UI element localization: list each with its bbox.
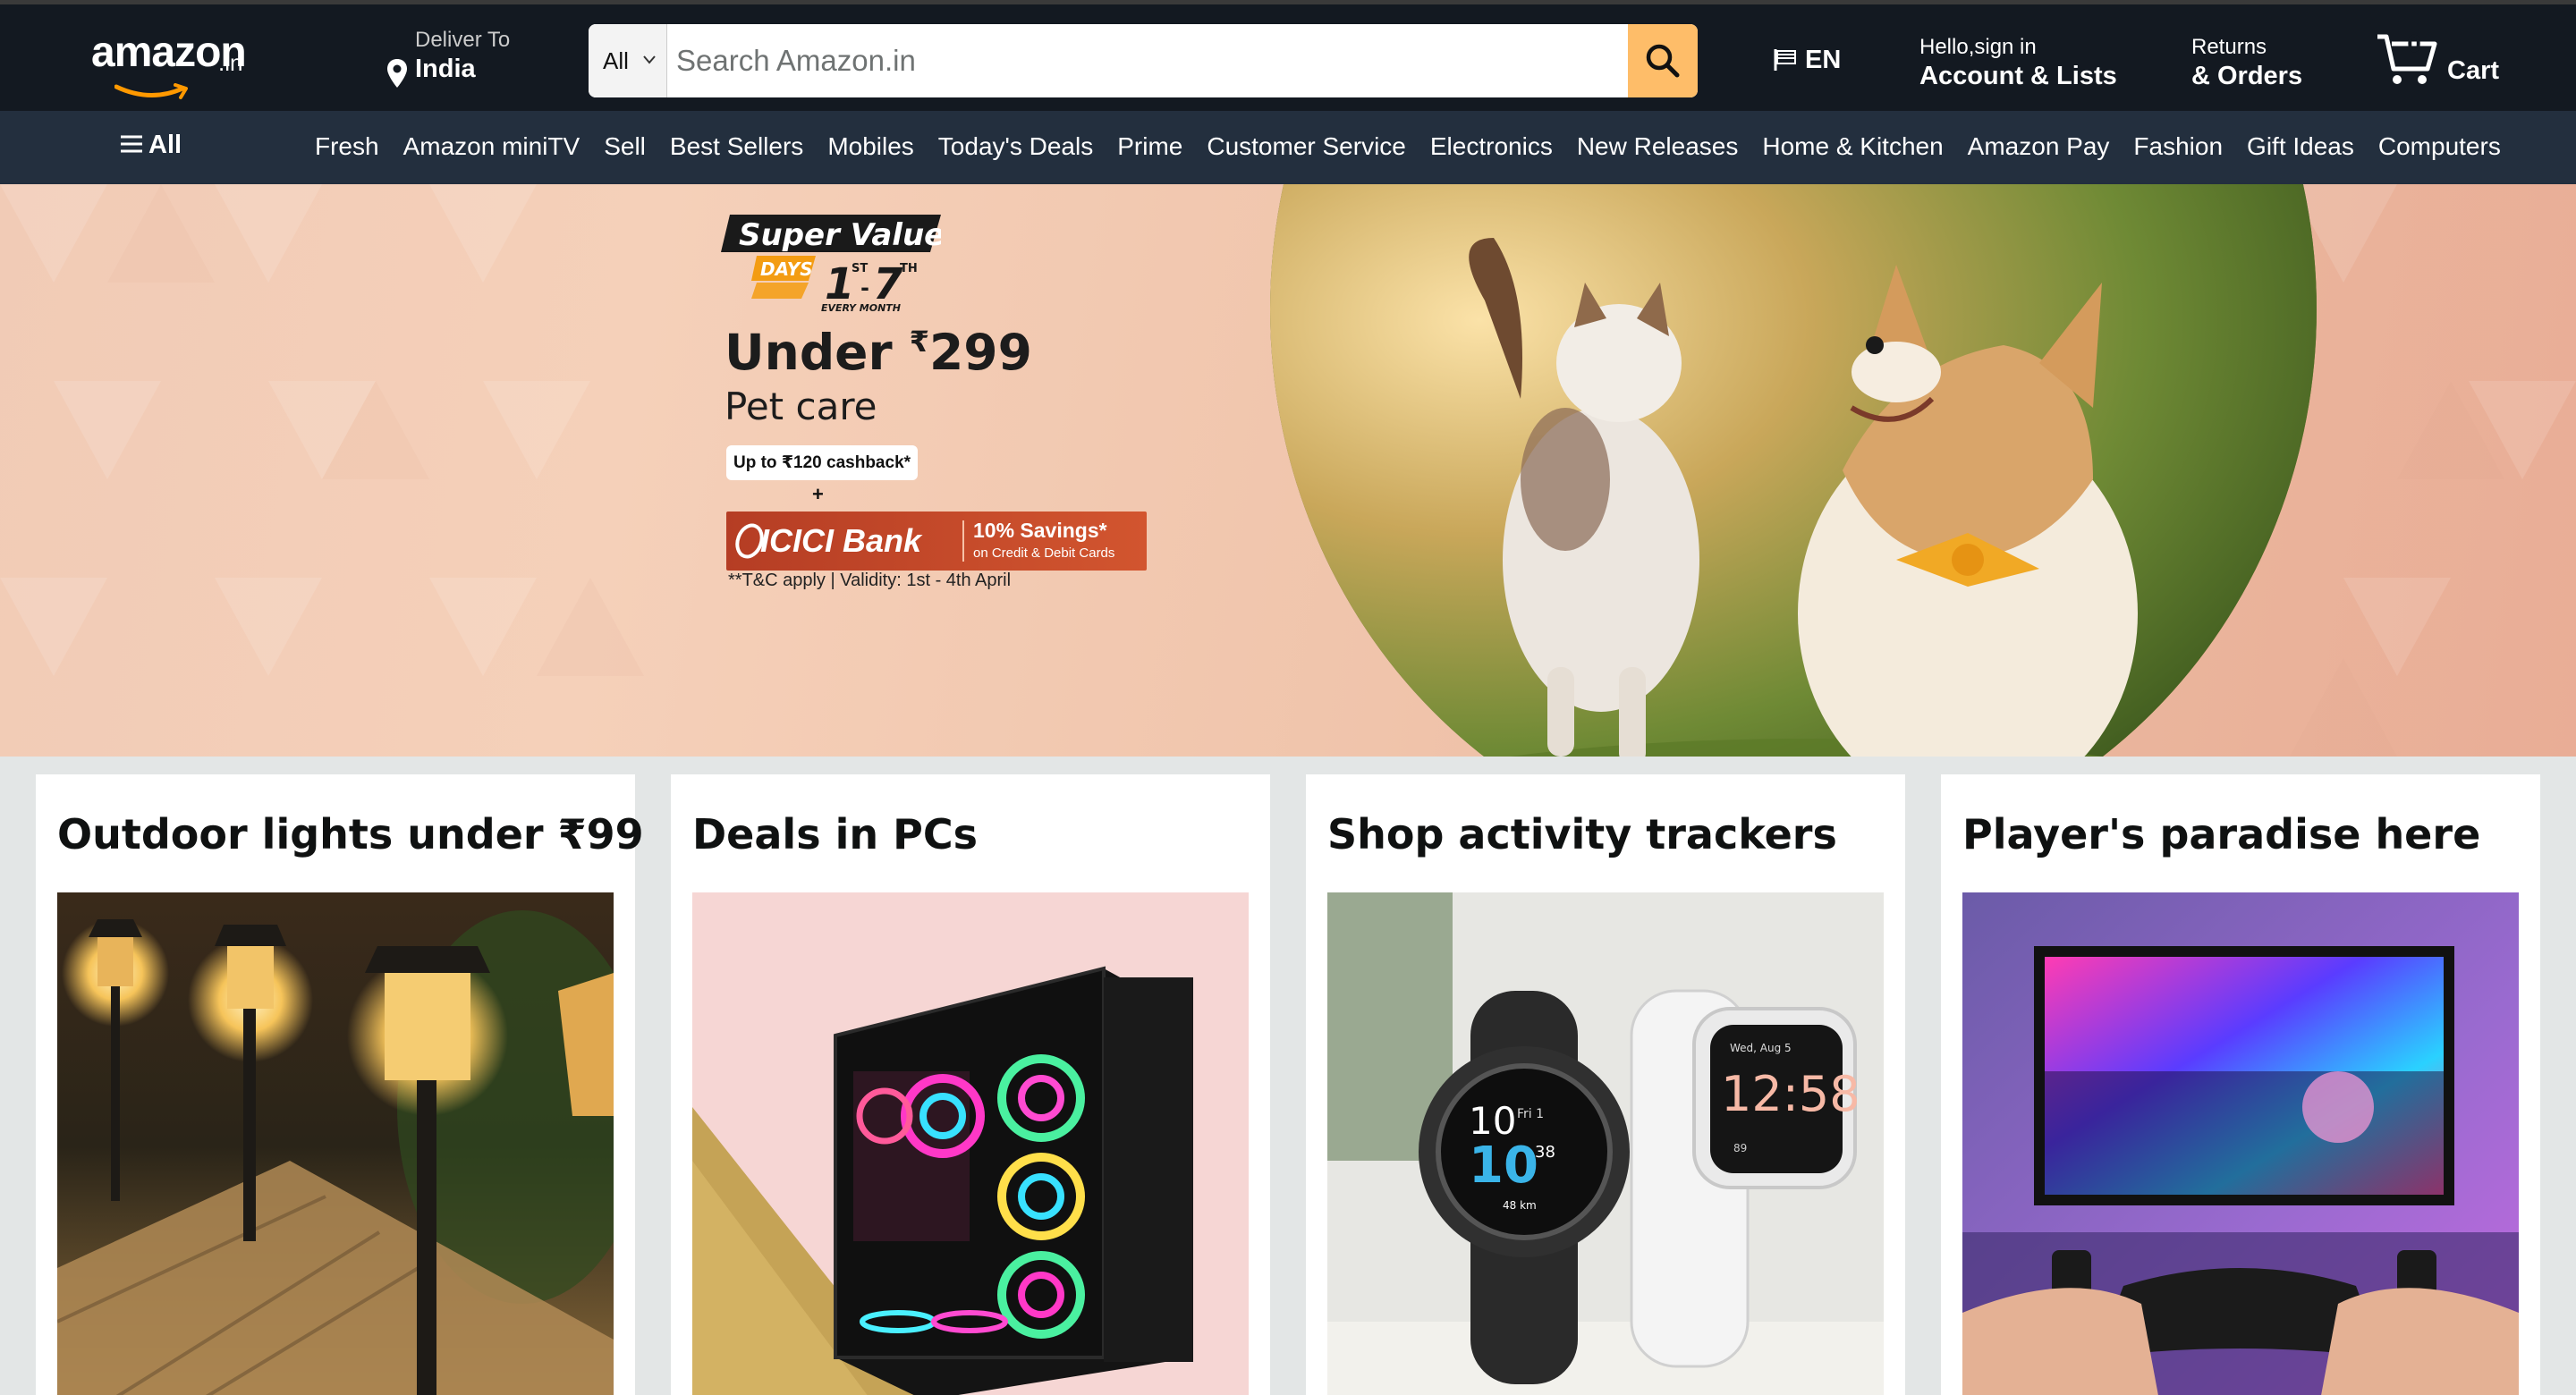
badge-end-sup: TH — [900, 262, 918, 275]
hero-title-prefix: Under — [724, 324, 910, 381]
gaming-setup-image[interactable] — [1962, 892, 2519, 1395]
light-watch-time: 12:58 — [1721, 1066, 1860, 1122]
light-watch-stat: 89 — [1733, 1142, 1747, 1154]
account-label: Account & Lists — [1919, 62, 2117, 90]
card-players-paradise[interactable]: Player's paradise here — [1941, 774, 2540, 1395]
secondary-nav-bar: All Fresh Amazon miniTV Sell Best Seller… — [0, 111, 2576, 184]
subnav-item-mobiles[interactable]: Mobiles — [827, 132, 913, 161]
orders-label: & Orders — [2191, 62, 2303, 90]
hero-terms: **T&C apply | Validity: 1st - 4th April — [728, 571, 1012, 590]
account-lists-menu[interactable]: Hello,sign in Account & Lists — [1919, 35, 2117, 91]
dark-watch-day: Fri 1 — [1517, 1107, 1544, 1121]
cart-count-badge: 0 — [2407, 30, 2421, 57]
badge-days: DAYS — [760, 258, 813, 280]
garden-lamps-illustration — [57, 892, 614, 1395]
bank-offer: 10% Savings* — [973, 519, 1107, 542]
gaming-tv-illustration — [1962, 892, 2519, 1395]
outdoor-lights-image[interactable] — [57, 892, 614, 1395]
subnav-item-minitv[interactable]: Amazon miniTV — [403, 132, 580, 161]
logo-smile-icon — [114, 83, 188, 99]
search-button[interactable] — [1628, 24, 1698, 97]
account-greeting: Hello,sign in — [1919, 35, 2037, 59]
hero-title-price: 299 — [929, 324, 1032, 381]
deliver-to-label: Deliver To — [415, 28, 511, 52]
location-pin-icon — [387, 59, 407, 88]
returns-label: Returns — [2191, 35, 2267, 59]
super-value-days-badge: Super Value DAYS 1 ST - 7 TH EVERY MONTH — [721, 215, 941, 313]
subnav-item-new-releases[interactable]: New Releases — [1577, 132, 1739, 161]
bank-offer-sub: on Credit & Debit Cards — [973, 545, 1115, 561]
subnav-item-best-sellers[interactable]: Best Sellers — [670, 132, 803, 161]
hero-title: Under ₹299 — [724, 324, 1032, 381]
top-nav-bar: amazon .in Deliver To India All Search A… — [0, 0, 2576, 111]
logo-suffix: .in — [218, 49, 243, 76]
dark-watch-distance: 48 km — [1503, 1199, 1537, 1212]
hero-pet-photo — [1270, 184, 2317, 757]
cart-button[interactable]: 0 Cart — [2376, 30, 2519, 92]
subnav-item-prime[interactable]: Prime — [1117, 132, 1182, 161]
search-icon — [1646, 44, 1680, 78]
deliver-location: India — [415, 55, 476, 83]
subnav-item-fashion[interactable]: Fashion — [2133, 132, 2223, 161]
card-title: Shop activity trackers — [1327, 810, 1837, 858]
hero-subtitle: Pet care — [724, 385, 877, 428]
cat-and-dog-illustration — [1270, 184, 2317, 757]
hamburger-menu-icon — [121, 135, 142, 153]
badge-date-separator: - — [860, 275, 869, 300]
pc-deals-image[interactable] — [692, 892, 1249, 1395]
hero-banner[interactable]: Super Value DAYS 1 ST - 7 TH EVERY MONTH… — [0, 184, 2576, 757]
hero-cashback-pill: Up to ₹120 cashback* — [726, 445, 919, 480]
subnav-links: Fresh Amazon miniTV Sell Best Sellers Mo… — [315, 132, 2525, 161]
all-menu-label: All — [148, 131, 182, 159]
card-outdoor-lights[interactable]: Outdoor lights under ₹99 — [36, 774, 644, 1395]
subnav-item-computers[interactable]: Computers — [2378, 132, 2501, 161]
cart-label: Cart — [2447, 56, 2500, 85]
language-label: EN — [1805, 46, 1842, 74]
hero-plus: + — [812, 483, 824, 505]
badge-super-value: Super Value — [739, 217, 941, 253]
light-watch-date: Wed, Aug 5 — [1730, 1042, 1792, 1054]
card-title: Player's paradise here — [1962, 810, 2481, 858]
subnav-item-fresh[interactable]: Fresh — [315, 132, 379, 161]
dark-watch-minute: 10 — [1469, 1137, 1538, 1195]
activity-trackers-image[interactable]: Wed, Aug 5 12:58 89 10 Fri 1 10 38 48 km — [1327, 892, 1884, 1395]
all-menu-button[interactable]: All — [120, 131, 182, 160]
bank-name: ICICI Bank — [760, 522, 922, 559]
smartwatches-illustration: Wed, Aug 5 12:58 89 10 Fri 1 10 38 48 km — [1327, 892, 1884, 1395]
subnav-item-customer-service[interactable]: Customer Service — [1207, 132, 1406, 161]
subnav-item-sell[interactable]: Sell — [604, 132, 646, 161]
search-bar: All — [589, 24, 1698, 97]
card-title: Deals in PCs — [692, 810, 978, 858]
search-category-dropdown[interactable]: All — [589, 24, 667, 97]
subnav-item-gift-ideas[interactable]: Gift Ideas — [2247, 132, 2354, 161]
search-input[interactable] — [669, 24, 1617, 97]
subnav-item-todays-deals[interactable]: Today's Deals — [938, 132, 1093, 161]
badge-every-month: EVERY MONTH — [821, 302, 901, 313]
card-activity-trackers[interactable]: Shop activity trackers Wed, Aug 5 12:58 … — [1306, 774, 1905, 1395]
search-category-label: All — [603, 47, 629, 74]
flag-icon — [1774, 49, 1796, 71]
chevron-down-icon — [643, 55, 656, 64]
subnav-item-amazon-pay[interactable]: Amazon Pay — [1968, 132, 2110, 161]
subnav-item-electronics[interactable]: Electronics — [1430, 132, 1553, 161]
hero-title-currency: ₹ — [909, 325, 930, 359]
card-deals-pcs[interactable]: Deals in PCs — [671, 774, 1270, 1395]
returns-orders-link[interactable]: Returns & Orders — [2191, 35, 2302, 91]
amazon-logo[interactable]: amazon .in — [77, 17, 263, 103]
icici-bank-offer: ICICI Bank 10% Savings* on Credit & Debi… — [726, 512, 1147, 571]
bank-divider — [962, 520, 964, 562]
subnav-item-home-kitchen[interactable]: Home & Kitchen — [1762, 132, 1943, 161]
dark-watch-seconds: 38 — [1535, 1143, 1555, 1162]
badge-start-sup: ST — [852, 262, 868, 275]
gaming-pc-illustration — [692, 892, 1249, 1395]
card-title: Outdoor lights under ₹99 — [57, 810, 644, 858]
